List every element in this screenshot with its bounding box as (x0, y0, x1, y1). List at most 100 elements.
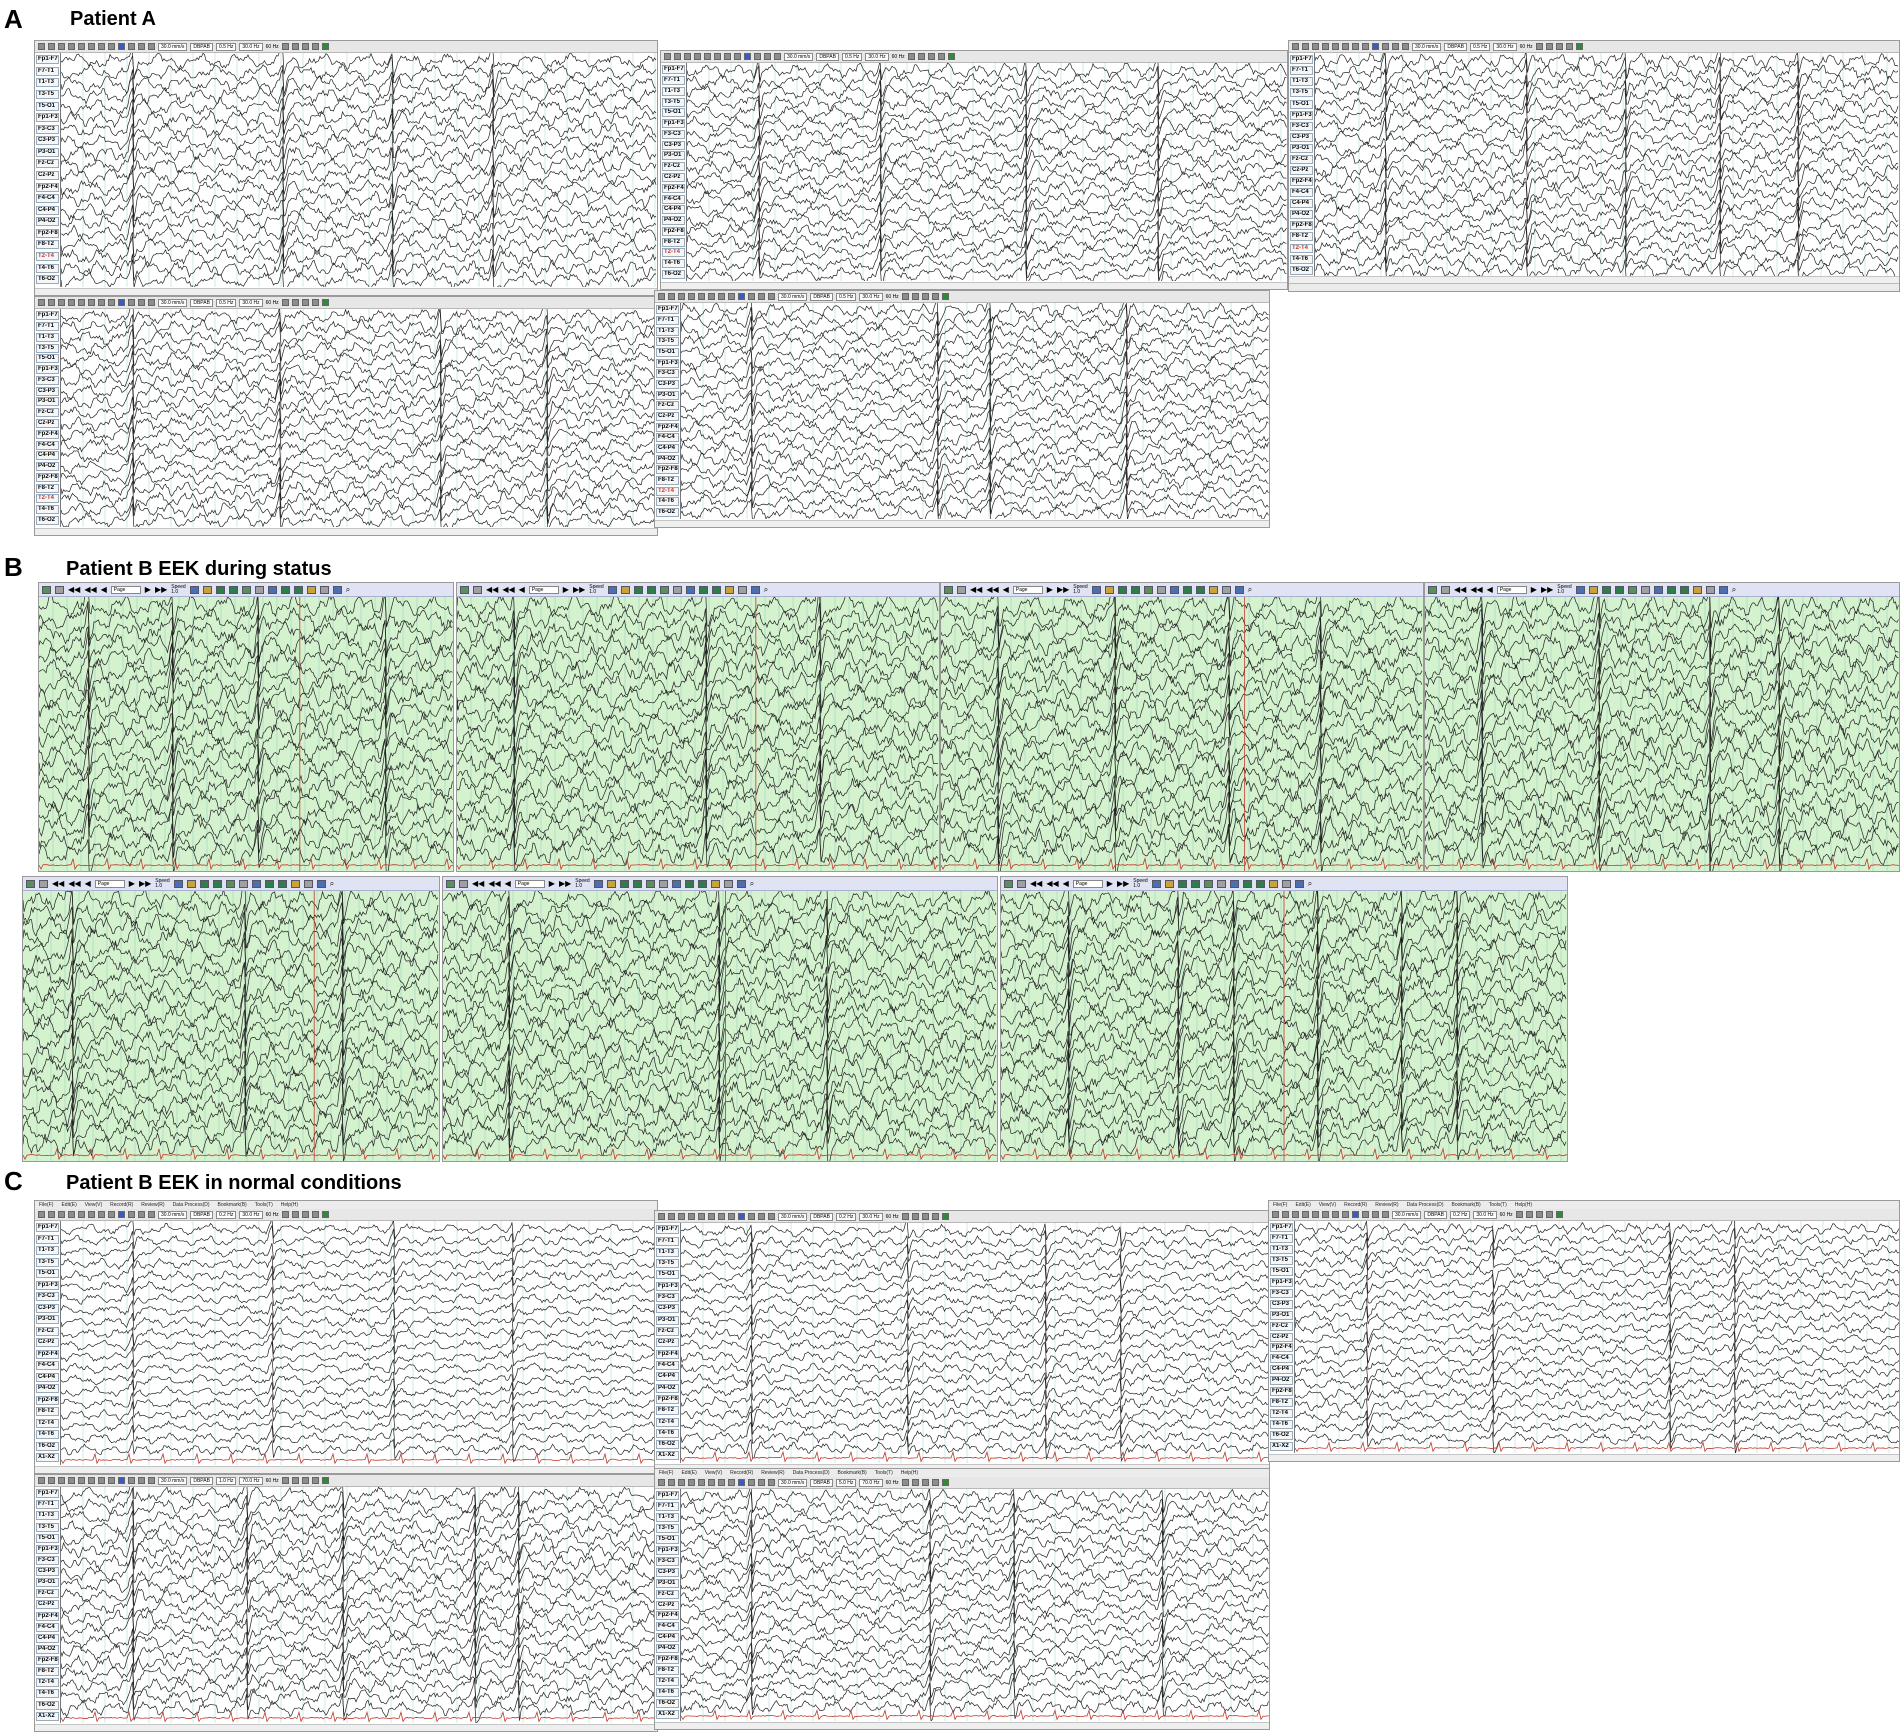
channel-label[interactable]: F3-C3 (36, 1555, 59, 1565)
print-icon[interactable] (238, 879, 248, 888)
play-icon[interactable] (98, 299, 105, 306)
cut-icon[interactable] (303, 879, 313, 888)
menu-item[interactable]: Review(R) (1375, 1202, 1398, 1208)
record-icon[interactable] (947, 53, 955, 60)
channel-label[interactable]: C3-P3 (1270, 1299, 1293, 1309)
channel-label[interactable]: Cz-Pz (36, 419, 59, 428)
zoom-out-icon[interactable] (1545, 43, 1553, 50)
channel-label[interactable]: X1-X2 (1270, 1441, 1293, 1451)
stop-icon[interactable] (728, 293, 735, 300)
channel-label[interactable]: T5-O1 (656, 1534, 679, 1544)
undo-icon[interactable] (88, 299, 95, 306)
fast-back-icon[interactable]: ◀◀ (1454, 585, 1466, 594)
channel-label[interactable]: T3-T5 (1290, 88, 1313, 98)
rewind-icon[interactable] (118, 299, 125, 306)
event-icon[interactable] (311, 1211, 319, 1218)
cut-icon[interactable] (737, 585, 747, 594)
print-icon[interactable] (658, 879, 668, 888)
channel-label[interactable]: C3-P3 (1290, 132, 1313, 142)
highcut-select[interactable]: 30.0 Hz (865, 52, 889, 61)
lowcut-select[interactable]: 0.5 Hz (841, 52, 863, 61)
new-icon[interactable] (658, 1479, 665, 1486)
save-icon[interactable] (1292, 1211, 1299, 1218)
menu-item[interactable]: Tools(T) (875, 1470, 893, 1476)
montage-select[interactable]: DBPAB (190, 1476, 213, 1485)
channel-label[interactable]: T3-T5 (656, 1523, 679, 1533)
montage-icon[interactable] (1428, 585, 1437, 594)
marker-icon[interactable] (301, 43, 309, 50)
fast-back-icon[interactable]: ◀◀ (52, 879, 64, 888)
step-back-icon[interactable]: ◀ (1003, 585, 1009, 594)
montage-icon[interactable] (460, 585, 469, 594)
event-icon[interactable] (931, 293, 939, 300)
channel-label[interactable]: C3-P3 (656, 379, 679, 389)
highcut-select[interactable]: 30.0 Hz (1473, 1210, 1497, 1219)
copy-icon[interactable] (704, 53, 711, 60)
step-back-icon[interactable]: ◀ (519, 585, 525, 594)
horizontal-scrollbar[interactable] (655, 520, 1269, 527)
cursor-icon[interactable] (1392, 43, 1399, 50)
trace-area[interactable] (61, 53, 657, 287)
channel-label[interactable]: Cz-Pz (656, 1600, 679, 1610)
record-icon[interactable] (941, 1213, 949, 1220)
channel-label[interactable]: Fz-Cz (1270, 1321, 1293, 1331)
filter-icon[interactable] (1151, 879, 1161, 888)
channel-label[interactable]: P3-O1 (1290, 143, 1313, 153)
channel-label[interactable]: F7-T1 (36, 1234, 59, 1244)
record-icon[interactable] (941, 1479, 949, 1486)
channel-label[interactable]: Fp2-F8 (36, 228, 59, 238)
menu-item[interactable]: Edit(E) (61, 1202, 76, 1208)
stop-icon[interactable] (1342, 1211, 1349, 1218)
channel-label[interactable]: T1-T3 (656, 326, 679, 336)
channel-label[interactable]: T4-T6 (662, 259, 685, 269)
print-icon[interactable] (254, 585, 264, 594)
channel-label[interactable]: T3-T5 (36, 343, 59, 353)
filter-icon[interactable] (1091, 585, 1101, 594)
event-icon[interactable] (724, 585, 734, 594)
marker-icon[interactable] (921, 1479, 929, 1486)
channel-label[interactable]: Cz-Pz (1270, 1332, 1293, 1342)
print-icon[interactable] (68, 299, 75, 306)
channel-label[interactable]: T6-O2 (36, 1441, 59, 1451)
open-icon[interactable] (1282, 1211, 1289, 1218)
display-icon[interactable] (267, 585, 277, 594)
fast-forward-icon[interactable]: ▶▶ (1057, 585, 1069, 594)
menu-item[interactable]: Review(R) (761, 1470, 784, 1476)
fast-back-icon[interactable]: ◀◀ (68, 585, 80, 594)
step-forward-icon[interactable]: ▶ (145, 585, 151, 594)
marker-icon[interactable] (1588, 585, 1598, 594)
open-icon[interactable] (48, 1477, 55, 1484)
record-icon[interactable] (321, 1477, 329, 1484)
cursor-icon[interactable] (1372, 1211, 1379, 1218)
channel-label[interactable]: F4-C4 (656, 433, 679, 443)
new-icon[interactable] (1292, 43, 1299, 50)
channel-icon[interactable] (228, 585, 238, 594)
channel-label[interactable]: F3-C3 (36, 124, 59, 134)
save-icon[interactable] (58, 43, 65, 50)
event-icon[interactable] (311, 43, 319, 50)
channel-label[interactable]: F8-T2 (36, 240, 59, 250)
channel-label[interactable]: P3-O1 (656, 390, 679, 400)
channel-label[interactable]: P4-O2 (36, 217, 59, 227)
channel-label[interactable]: F8-T2 (1270, 1398, 1293, 1408)
page-select[interactable]: Page (514, 879, 545, 888)
channel-label[interactable]: T2-T4 (36, 1678, 59, 1688)
zoom-out-icon[interactable] (911, 1479, 919, 1486)
channel-label[interactable]: Fp1-F7 (36, 1489, 59, 1499)
event-icon[interactable] (1545, 1211, 1553, 1218)
step-back-icon[interactable]: ◀ (1487, 585, 1493, 594)
zoom-out-icon[interactable] (291, 1211, 299, 1218)
channel-label[interactable]: T1-T3 (662, 86, 685, 96)
fast-back-icon[interactable]: ◀◀ (986, 585, 998, 594)
trace-area[interactable] (1001, 891, 1567, 1161)
channel-label[interactable]: Fz-Cz (36, 1589, 59, 1599)
grid-icon[interactable] (128, 1211, 135, 1218)
save-icon[interactable] (678, 1213, 685, 1220)
channel-label[interactable]: P3-O1 (1270, 1310, 1293, 1320)
marker-icon[interactable] (186, 879, 196, 888)
channel-label[interactable]: Fp2-F4 (662, 183, 685, 193)
trace-area[interactable] (681, 303, 1269, 519)
channel-icon[interactable] (199, 879, 209, 888)
record-icon[interactable] (1555, 1211, 1563, 1218)
event-icon[interactable] (937, 53, 945, 60)
